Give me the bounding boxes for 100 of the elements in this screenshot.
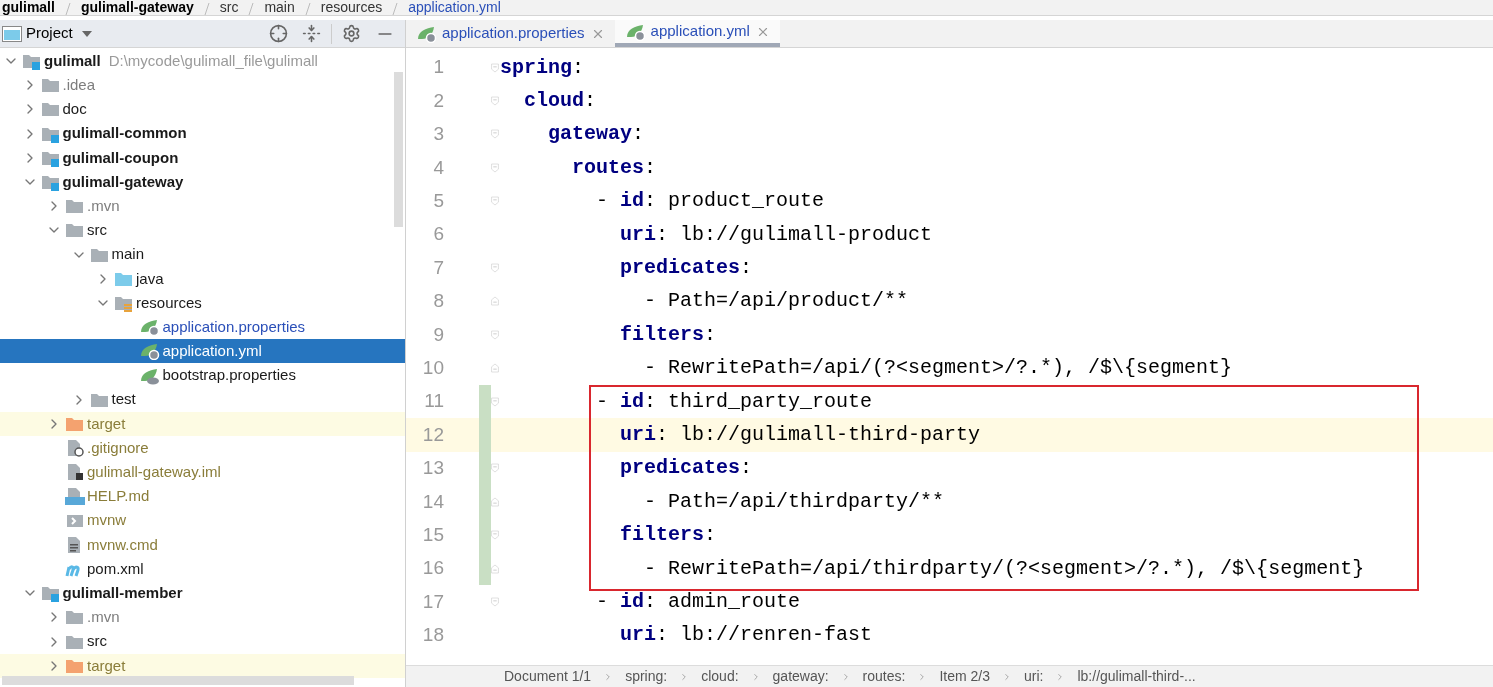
code-line: spring: xyxy=(500,54,585,81)
tree-item-label: src xyxy=(87,631,107,652)
breadcrumb[interactable]: routes: xyxy=(862,666,906,687)
change-marker[interactable] xyxy=(479,384,491,419)
line-number: 4 xyxy=(432,155,444,180)
tree-item[interactable]: src xyxy=(0,629,405,654)
module-file-icon xyxy=(65,463,85,482)
tree-item-label: gulimall-coupon xyxy=(62,147,179,168)
panel-icon xyxy=(2,25,22,42)
panel-title[interactable]: Project xyxy=(26,22,73,45)
tree-item[interactable]: gulimall-coupon xyxy=(0,145,405,170)
tree-item[interactable]: application.properties xyxy=(0,315,405,340)
tree-item[interactable]: mvnw xyxy=(0,508,405,533)
leaf-gear-icon xyxy=(138,342,161,361)
breadcrumb[interactable]: Item 2/3 xyxy=(939,666,990,687)
project-path: D:\mycode\gulimall_file\gulimall xyxy=(108,50,318,71)
folder-icon xyxy=(65,608,85,627)
tree-item[interactable]: target xyxy=(0,653,405,678)
module-folder-icon xyxy=(40,173,61,192)
chevron-right-icon xyxy=(1002,671,1012,682)
breadcrumb[interactable]: spring: xyxy=(625,666,668,687)
vertical-scrollbar[interactable] xyxy=(394,72,403,227)
dropdown-caret-icon[interactable] xyxy=(80,29,93,38)
breadcrumb[interactable]: cloud: xyxy=(701,666,739,687)
tree-item[interactable]: gulimall-gateway.iml xyxy=(0,460,405,485)
tree-item[interactable]: gulimall-common xyxy=(0,121,405,146)
breadcrumb[interactable]: Document 1/1 xyxy=(504,666,592,687)
change-marker[interactable] xyxy=(479,551,491,586)
breadcrumb[interactable]: lb://gulimall-third-... xyxy=(1077,666,1196,687)
tree-item-label: gulimall-gateway.iml xyxy=(87,462,221,483)
editor-tab[interactable]: application.properties xyxy=(406,20,615,47)
tree-item[interactable]: main xyxy=(0,242,405,267)
tree-item-label: test xyxy=(111,389,136,410)
breadcrumb[interactable]: gateway: xyxy=(772,666,829,687)
editor-tab[interactable]: application.yml xyxy=(614,20,780,47)
tree-item[interactable]: gulimall D:\mycode\gulimall_file\gulimall xyxy=(0,49,405,74)
line-number: 6 xyxy=(432,222,444,247)
code-line: routes: xyxy=(571,154,657,181)
code-line: uri: lb://gulimall-third-party xyxy=(619,422,981,448)
code-line: - id: product_route xyxy=(595,188,825,215)
tree-item[interactable]: pom.xml xyxy=(0,556,405,582)
tree-item[interactable]: .gitignore xyxy=(0,436,405,461)
breadcrumb[interactable]: src xyxy=(219,0,239,15)
locate-icon[interactable] xyxy=(269,24,288,43)
line-number: 5 xyxy=(432,189,444,213)
tree-item[interactable]: doc xyxy=(0,97,405,122)
code-line: - RewritePath=/api/thirdparty/(?<segment>/?.*), /$\{segment} xyxy=(643,555,1365,582)
breadcrumb[interactable]: main xyxy=(264,0,295,15)
tree-item[interactable]: resources xyxy=(0,290,405,316)
tree-item-label: mvnw.cmd xyxy=(87,534,158,555)
leaf-gear-icon xyxy=(624,22,647,41)
tree-item[interactable]: gulimall-gateway xyxy=(0,169,405,195)
markdown-file-icon xyxy=(65,487,85,506)
line-number: 11 xyxy=(423,389,444,414)
tree-item[interactable]: application.yml xyxy=(0,339,405,364)
breadcrumb[interactable]: resources xyxy=(320,0,383,15)
tree-item-label: application.properties xyxy=(162,316,306,337)
module-folder-icon xyxy=(22,52,42,71)
tree-item[interactable]: bootstrap.properties xyxy=(0,363,405,388)
code-line: - RewritePath=/api/(?<segment>/?.*), /$\{segment} xyxy=(643,355,1233,382)
tree-item-label: mvnw xyxy=(87,510,127,531)
settings-icon[interactable] xyxy=(342,24,361,43)
tree-item[interactable]: target xyxy=(0,411,405,436)
tree-item[interactable]: mvnw.cmd xyxy=(0,532,405,557)
tree-item-label: gulimall-member xyxy=(62,582,183,603)
tree-item[interactable]: HELP.md xyxy=(0,484,405,509)
folder-icon xyxy=(40,100,61,119)
line-number: 10 xyxy=(421,355,444,380)
breadcrumb[interactable]: uri: xyxy=(1024,666,1044,687)
line-number: 2 xyxy=(432,88,444,113)
line-number: 1 xyxy=(432,55,444,80)
line-number: 18 xyxy=(421,623,444,648)
module-folder-icon xyxy=(40,584,61,603)
tree-item-label: pom.xml xyxy=(87,558,144,579)
horizontal-scrollbar[interactable] xyxy=(2,676,354,685)
tree-item[interactable]: gulimall-member xyxy=(0,581,405,606)
code-line: - id: third_party_route xyxy=(595,388,873,415)
breadcrumb[interactable]: gulimall-gateway xyxy=(80,0,194,15)
tree-item[interactable]: src xyxy=(0,218,405,243)
code-line: gateway: xyxy=(547,121,645,148)
tree-item-label: java xyxy=(136,268,164,289)
code-line: uri: lb://renren-fast xyxy=(619,622,873,649)
line-number: 13 xyxy=(421,456,444,481)
line-number: 12 xyxy=(421,422,444,447)
tree-item-label: target xyxy=(87,655,126,676)
tree-item[interactable]: .mvn xyxy=(0,194,405,219)
tree-item[interactable]: test xyxy=(0,387,405,412)
tree-item-label: gulimall-common xyxy=(62,123,187,144)
code-line: filters: xyxy=(619,522,717,549)
collapse-all-icon[interactable] xyxy=(302,24,321,43)
tree-item-label: resources xyxy=(136,292,202,313)
tree-item-label: HELP.md xyxy=(87,486,150,507)
tree-item-label: src xyxy=(87,220,107,241)
line-number: 3 xyxy=(432,122,444,147)
tree-item[interactable]: .idea xyxy=(0,73,405,98)
ignore-file-icon xyxy=(65,439,85,458)
breadcrumb[interactable]: gulimall xyxy=(2,0,55,15)
tree-item[interactable]: .mvn xyxy=(0,605,405,630)
tree-item[interactable]: java xyxy=(0,266,405,291)
breadcrumb[interactable]: application.yml xyxy=(408,0,501,15)
